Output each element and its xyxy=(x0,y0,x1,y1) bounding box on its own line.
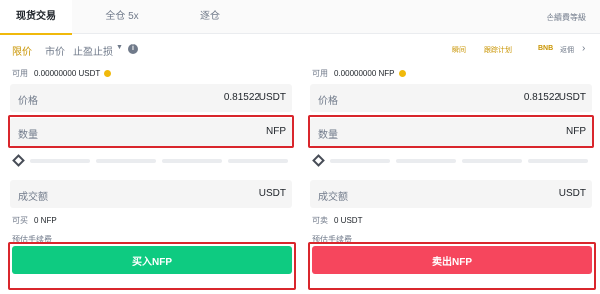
available-value: 0.00000000 NFP xyxy=(334,69,395,78)
max-buy-label: 可买 xyxy=(12,216,28,225)
price-value: 0.81522 xyxy=(523,92,560,103)
slider-handle[interactable] xyxy=(12,154,25,167)
price-input[interactable]: 价格 0.81522 USDT xyxy=(310,84,592,112)
sell-button[interactable]: 卖出NFP xyxy=(312,246,592,274)
slider-handle[interactable] xyxy=(312,154,325,167)
order-option-link[interactable]: 瞬间 xyxy=(452,45,466,55)
deposit-icon[interactable] xyxy=(104,70,112,77)
slider-step[interactable] xyxy=(528,159,588,163)
max-sell: 可卖 0 USDT xyxy=(312,215,362,226)
amount-slider[interactable] xyxy=(10,154,292,168)
tab-cross-margin[interactable]: 全仓 5x xyxy=(92,0,152,34)
tab-isolated-margin[interactable]: 逐仓 xyxy=(190,0,230,34)
available-value: 0.00000000 USDT xyxy=(34,69,101,78)
price-input[interactable]: 价格 0.81522 USDT xyxy=(10,84,292,112)
buy-button[interactable]: 买入NFP xyxy=(12,246,292,274)
slider-step[interactable] xyxy=(396,159,456,163)
available-balance: 可用 0.00000000 NFP xyxy=(312,68,406,79)
price-unit: USDT xyxy=(558,92,586,103)
sell-panel: 可用 0.00000000 NFP 价格 0.81522 USDT 数量 NFP … xyxy=(308,64,596,294)
slider-step[interactable] xyxy=(462,159,522,163)
price-unit: USDT xyxy=(258,92,286,103)
total-unit: USDT xyxy=(258,188,286,199)
rebate-link[interactable]: 返佣 xyxy=(560,45,574,55)
order-plan-link[interactable]: 跟踪计划 xyxy=(484,45,512,55)
slider-step[interactable] xyxy=(228,159,288,163)
slider-step[interactable] xyxy=(30,159,90,163)
quantity-highlight-box xyxy=(308,115,594,148)
max-sell-label: 可卖 xyxy=(312,216,328,225)
order-type-bar: 限价 市价 止盈止损 ▼ i 瞬间 跟踪计划 BNB 返佣 › xyxy=(0,38,600,62)
tab-spot[interactable]: 现货交易 xyxy=(0,0,72,35)
price-label: 价格 xyxy=(18,96,38,107)
slider-step[interactable] xyxy=(96,159,156,163)
caret-down-icon[interactable]: ▼ xyxy=(116,44,123,51)
deposit-icon[interactable] xyxy=(398,70,406,77)
price-label: 价格 xyxy=(318,96,338,107)
chevron-right-icon[interactable]: › xyxy=(582,43,585,54)
price-value: 0.81522 xyxy=(223,92,260,103)
available-label: 可用 xyxy=(312,69,328,78)
order-type-stop-limit[interactable]: 止盈止损 xyxy=(73,43,113,58)
available-label: 可用 xyxy=(12,69,28,78)
slider-step[interactable] xyxy=(162,159,222,163)
order-type-limit[interactable]: 限价 xyxy=(12,43,32,58)
amount-slider[interactable] xyxy=(310,154,592,168)
quantity-highlight-box xyxy=(8,115,294,148)
max-sell-value: 0 USDT xyxy=(334,216,363,225)
info-icon[interactable]: i xyxy=(128,44,138,54)
total-unit: USDT xyxy=(558,188,586,199)
available-balance: 可用 0.00000000 USDT xyxy=(12,68,112,79)
total-placeholder: 成交额 xyxy=(318,192,348,203)
max-buy-value: 0 NFP xyxy=(34,216,57,225)
fee-level-link[interactable]: 손續費等級 xyxy=(547,12,586,23)
bnb-fee-toggle[interactable]: BNB xyxy=(538,45,553,52)
total-input[interactable]: 成交额 USDT xyxy=(310,180,592,208)
total-placeholder: 成交额 xyxy=(18,192,48,203)
max-buy: 可买 0 NFP xyxy=(12,215,57,226)
order-type-market[interactable]: 市价 xyxy=(45,43,65,58)
slider-step[interactable] xyxy=(330,159,390,163)
trade-mode-tabs: 现货交易 全仓 5x 逐仓 손續費等級 xyxy=(0,0,600,35)
total-input[interactable]: 成交额 USDT xyxy=(10,180,292,208)
buy-panel: 可用 0.00000000 USDT 价格 0.81522 USDT 数量 NFP… xyxy=(8,64,296,294)
